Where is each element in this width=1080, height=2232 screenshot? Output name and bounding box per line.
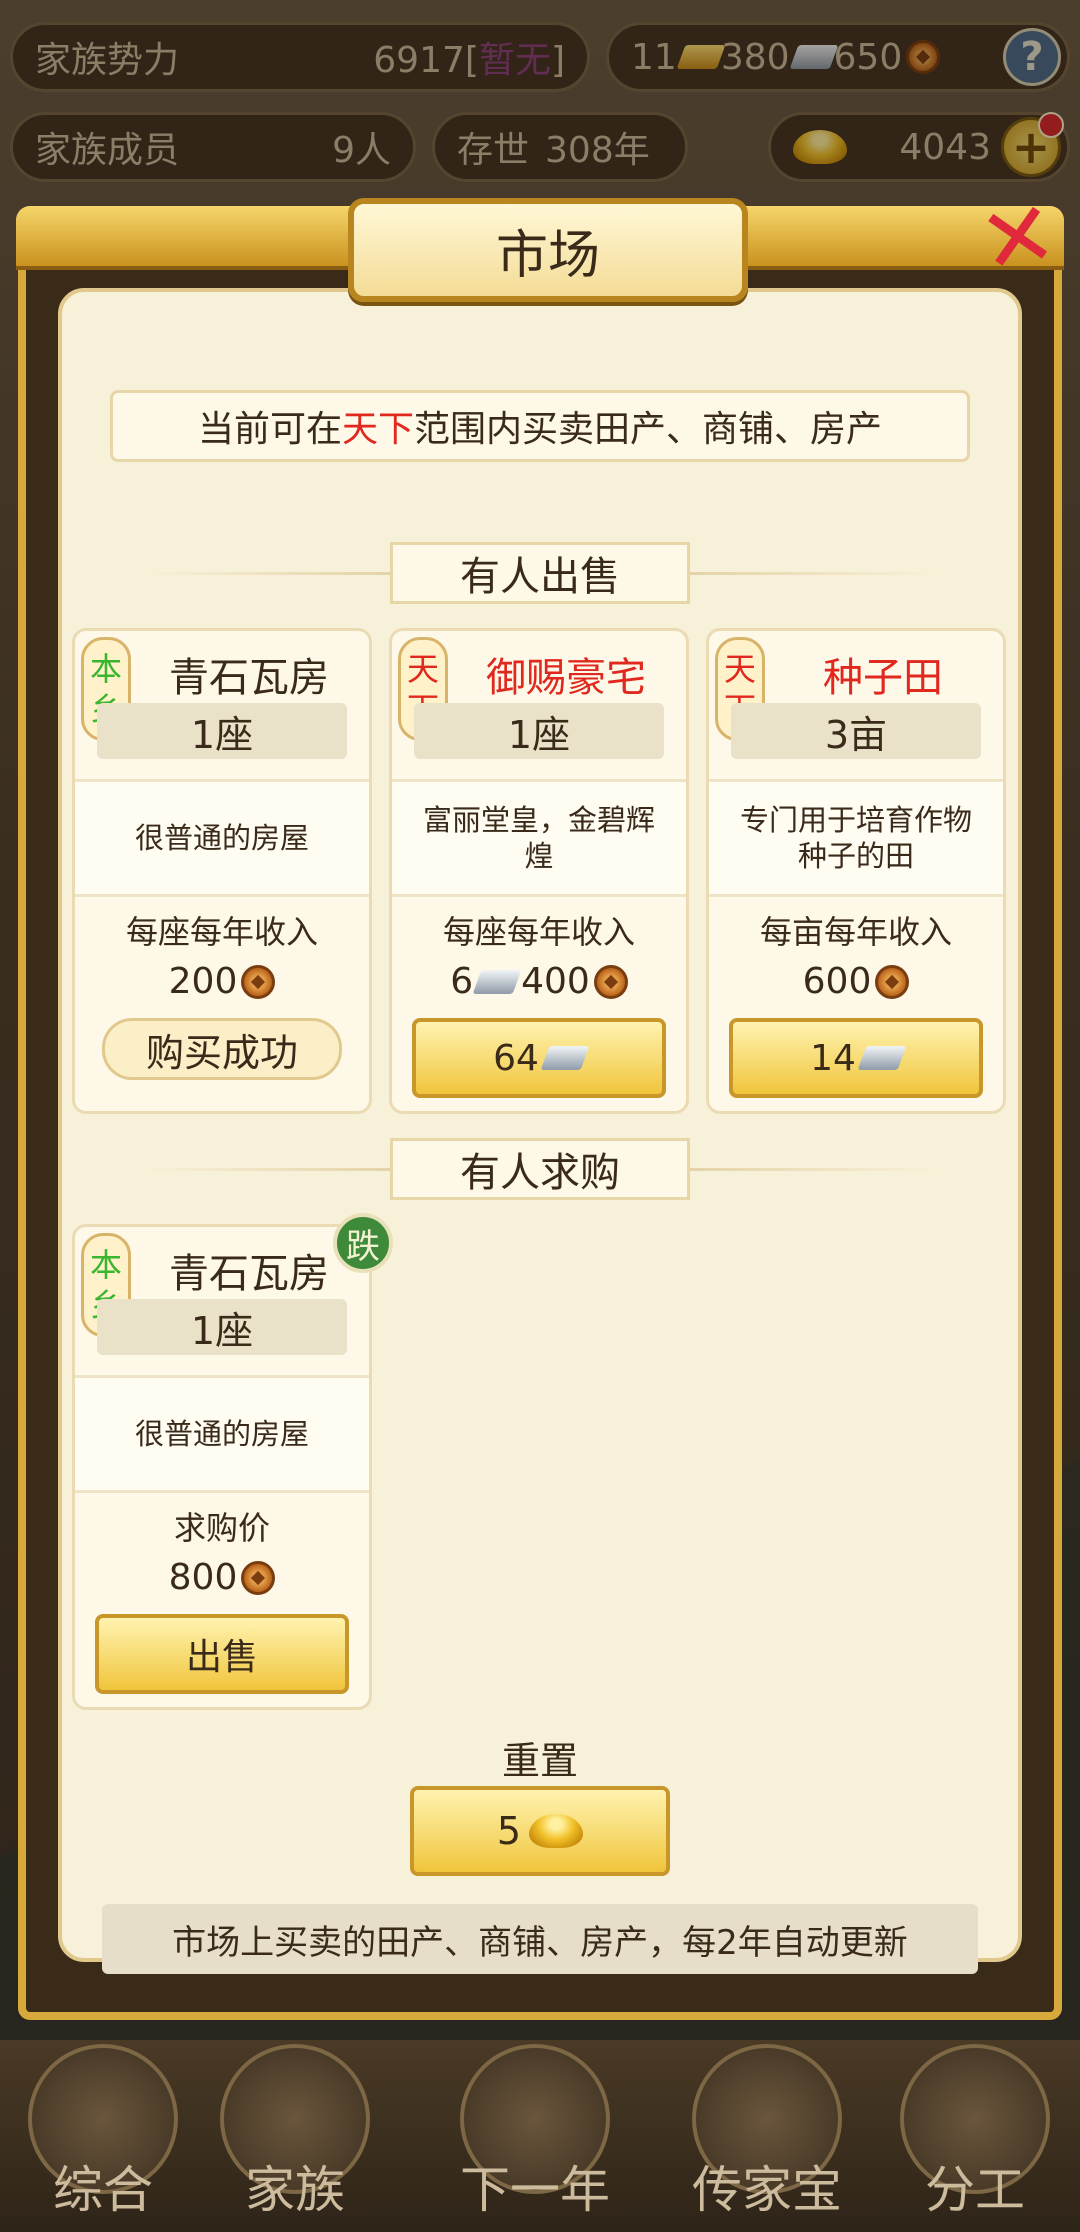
reset-label: 重置	[501, 1739, 578, 1783]
silver-bar-icon	[857, 1046, 907, 1070]
item-name: 种子田	[823, 655, 943, 701]
income-value: 6 400	[392, 961, 686, 1002]
income-value: 600	[709, 961, 1003, 1002]
purchase-success-label: 购买成功	[102, 1018, 342, 1080]
nav-next-year[interactable]: 下一年	[440, 2040, 630, 2232]
wanted-card-1: 本乡 青石瓦房 跌 1座 很普通的房屋 求购价 800 出售	[72, 1213, 393, 1710]
item-description: 专门用于培育作物种子的田	[709, 782, 1003, 897]
item-name: 御赐豪宅	[486, 655, 646, 701]
coin-icon	[593, 964, 628, 999]
item-quantity: 1座	[414, 703, 664, 759]
item-quantity: 1座	[97, 703, 347, 759]
item-name: 青石瓦房	[169, 655, 329, 701]
income-label: 每座每年收入	[125, 913, 318, 951]
reset-button[interactable]: 5	[410, 1786, 670, 1876]
silver-bar-icon	[472, 969, 522, 994]
coin-icon	[875, 964, 910, 999]
bid-price-value: 800	[75, 1557, 369, 1598]
item-quantity: 3亩	[731, 703, 981, 759]
income-value: 200	[75, 961, 369, 1002]
nav-overview[interactable]: 综合	[8, 2040, 198, 2232]
sell-button[interactable]: 出售	[95, 1614, 349, 1694]
buy-button[interactable]: 64	[412, 1018, 666, 1098]
trade-scope-banner: 当前可在 天下 范围内买卖田产、商铺、房产	[110, 390, 970, 462]
income-label: 每亩每年收入	[759, 913, 952, 951]
price-drop-badge: 跌	[333, 1213, 393, 1273]
sale-card-3: 天下 种子田 3亩 专门用于培育作物种子的田 每亩每年收入 600 14	[706, 628, 1006, 1114]
bid-price-label: 求购价	[173, 1509, 270, 1547]
for-sale-heading: 有人出售	[140, 538, 940, 608]
close-button[interactable]: ✕	[960, 180, 1076, 297]
nav-family[interactable]: 家族	[200, 2040, 390, 2232]
nav-assignment[interactable]: 分工	[880, 2040, 1070, 2232]
silver-bar-icon	[540, 1046, 590, 1070]
nav-heirloom[interactable]: 传家宝	[672, 2040, 862, 2232]
modal-title: 市场	[348, 198, 748, 302]
item-description: 富丽堂皇，金碧辉煌	[392, 782, 686, 897]
income-label: 每座每年收入	[442, 913, 635, 951]
item-description: 很普通的房屋	[75, 782, 369, 897]
wanted-heading: 有人求购	[140, 1134, 940, 1204]
bottom-navigation: 综合 家族 下一年 传家宝 分工	[0, 2040, 1080, 2232]
item-quantity: 1座	[97, 1299, 347, 1355]
sale-card-2: 天下 御赐豪宅 1座 富丽堂皇，金碧辉煌 每座每年收入 6 400 64	[389, 628, 689, 1114]
coin-icon	[241, 964, 276, 999]
scope-highlight: 天下	[341, 409, 414, 450]
item-name: 青石瓦房	[169, 1251, 329, 1297]
coin-icon	[241, 1560, 276, 1595]
item-description: 很普通的房屋	[75, 1378, 369, 1493]
gold-ingot-icon	[529, 1814, 584, 1848]
auto-refresh-note: 市场上买卖的田产、商铺、房产，每2年自动更新	[102, 1904, 978, 1974]
sale-card-1: 本乡 青石瓦房 1座 很普通的房屋 每座每年收入 200 购买成功	[72, 628, 372, 1114]
buy-button[interactable]: 14	[729, 1018, 983, 1098]
